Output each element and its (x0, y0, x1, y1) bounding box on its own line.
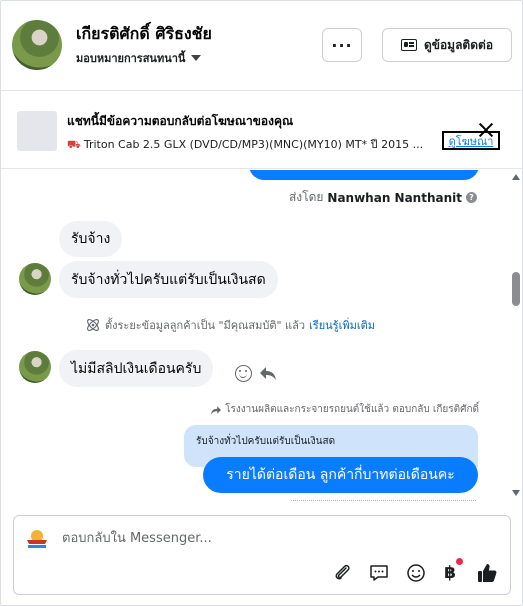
message-divider (291, 500, 476, 501)
incoming-message-bubble[interactable]: รับจ้าง (59, 221, 123, 257)
payment-button[interactable]: ฿ (439, 558, 463, 584)
learn-more-link[interactable]: เรียนรู้เพิ่มเติม (309, 316, 375, 334)
outgoing-message-bubble[interactable]: รายได้ต่อเดือน ลูกค้ากี่บาทต่อเดือนคะ (203, 457, 478, 493)
smiley-icon[interactable] (235, 365, 252, 382)
scroll-up-arrow[interactable] (512, 174, 520, 180)
reply-context-text: โรงงานผลิตและกระจายรถยนต์ใช้แล้ว ตอบกลับ… (225, 404, 479, 415)
scroll-thumb[interactable] (512, 272, 520, 306)
sender-name: Nanwhan Nanthanit (327, 190, 462, 205)
scroll-down-arrow[interactable] (512, 490, 520, 496)
thumbs-up-icon (478, 564, 497, 582)
thread-scrollbar[interactable] (509, 170, 523, 501)
reply-arrow-icon (211, 405, 222, 414)
ad-reply-banner: แชทนี้มีข้อความตอบกลับต่อโฆษณาของคุณ ⛟ Tr… (1, 92, 523, 169)
reply-arrow-icon[interactable] (259, 365, 277, 381)
ad-thumbnail (17, 111, 57, 151)
message-composer: ฿ (13, 515, 511, 595)
conversation-header: เกียรติศักดิ์ ศิริธงชัย มอบหมายการสนทนาน… (1, 1, 523, 91)
system-note: ตั้งระยะข้อมูลลูกค้าเป็น "มีคุณสมบัติ" แ… (85, 316, 375, 334)
ad-banner-subtitle: ⛟ Triton Cab 2.5 GLX (DVD/CD/MP3)(MNC)(MY… (67, 135, 439, 153)
more-options-button[interactable]: ··· (322, 28, 362, 62)
sender-avatar (19, 351, 51, 383)
saved-reply-icon (370, 565, 388, 581)
assign-conversation-dropdown[interactable]: มอบหมายการสนทนานี้ (76, 49, 202, 67)
page-logo-icon (27, 530, 47, 548)
attach-icon (335, 564, 350, 580)
caret-down-icon (191, 55, 202, 61)
reply-input[interactable] (62, 528, 462, 548)
contact-name[interactable]: เกียรติศักดิ์ ศิริธงชัย (76, 22, 212, 47)
ad-product-text: Triton Cab 2.5 GLX (DVD/CD/MP3)(MNC)(MY1… (83, 138, 424, 151)
sender-avatar (19, 263, 51, 295)
ad-banner-title: แชทนี้มีข้อความตอบกลับต่อโฆษณาของคุณ (67, 114, 294, 128)
incoming-message-bubble[interactable]: รับจ้างทั่วไปครับแต่รับเป็นเงินสด (59, 261, 278, 298)
notification-dot (456, 558, 463, 565)
emoji-icon (407, 564, 425, 582)
reply-context-label: โรงงานผลิตและกระจายรถยนต์ใช้แล้ว ตอบกลับ… (210, 402, 479, 417)
attach-button[interactable] (332, 562, 354, 584)
truck-icon: ⛟ (67, 138, 81, 151)
assign-label: มอบหมายการสนทนานี้ (76, 52, 186, 65)
info-icon[interactable]: ? (466, 192, 477, 203)
view-contact-info-label: ดูข้อมูลติดต่อ (423, 37, 494, 52)
sent-by-prefix: ส่งโดย (288, 190, 324, 204)
like-button[interactable] (476, 562, 498, 584)
system-note-text: ตั้งระยะข้อมูลลูกค้าเป็น "มีคุณสมบัติ" แ… (105, 319, 306, 332)
conversation-panel: เกียรติศักดิ์ ศิริธงชัย มอบหมายการสนทนาน… (0, 0, 523, 606)
sent-by-label: ส่งโดย Nanwhan Nanthanit ? (289, 188, 477, 207)
emoji-button[interactable] (405, 562, 427, 584)
message-thread[interactable]: ส่งโดย Nanwhan Nanthanit ? รับจ้าง รับจ้… (1, 170, 509, 501)
incoming-message-bubble[interactable]: ไม่มีสลิปเงินเดือนครับ (59, 350, 214, 387)
view-contact-info-button[interactable]: ดูข้อมูลติดต่อ (382, 28, 512, 62)
saved-reply-button[interactable] (368, 562, 390, 584)
idcard-icon (400, 39, 417, 51)
baht-icon: ฿ (444, 563, 456, 583)
contact-avatar[interactable] (12, 20, 62, 70)
atom-icon (87, 319, 99, 331)
close-icon[interactable] (478, 122, 494, 138)
outgoing-message-bubble[interactable] (249, 170, 479, 180)
